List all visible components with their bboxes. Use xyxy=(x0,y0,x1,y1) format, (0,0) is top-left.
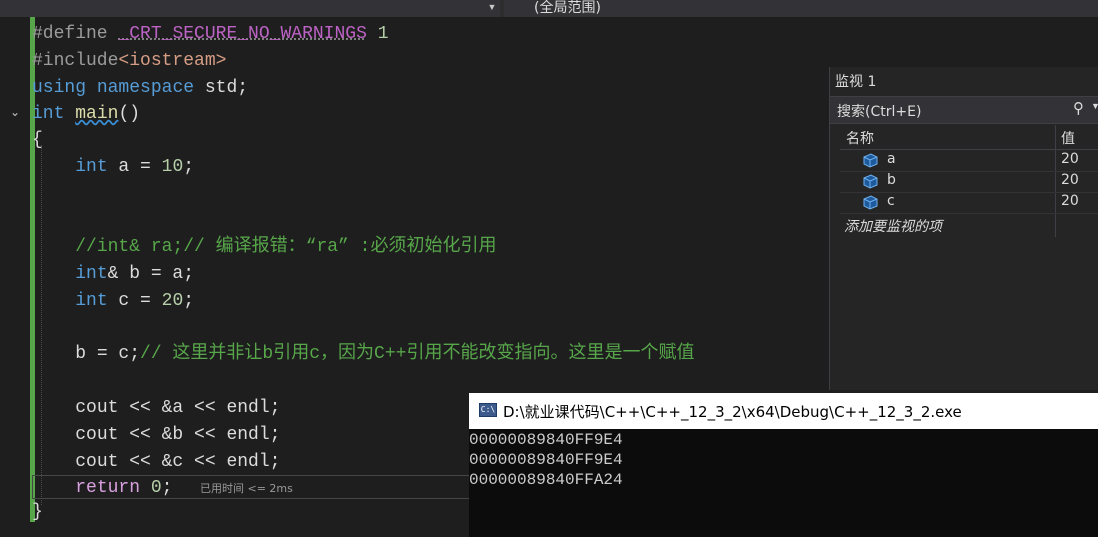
watch-window: 监视 1 搜索(Ctrl+E) ⚲ ▼ 名称 值 a 20 b 20 c 20 … xyxy=(829,67,1098,390)
watch-row-value[interactable]: 20 xyxy=(1061,193,1079,209)
code-line-10: int& b = a; xyxy=(75,264,195,284)
console-line: 00000089840FF9E4 xyxy=(469,451,623,469)
column-header-name[interactable]: 名称 xyxy=(846,128,874,148)
fold-chevron-icon[interactable]: ⌄ xyxy=(10,105,20,119)
console-window: C:\ D:\就业课代码\C++\C++_12_3_2\x64\Debug\C+… xyxy=(469,393,1098,537)
watch-row-name: b xyxy=(887,172,896,188)
perf-tip[interactable]: 已用时间 <= 2ms xyxy=(200,480,293,496)
watch-search-input[interactable]: 搜索(Ctrl+E) xyxy=(837,101,921,121)
code-line-1: #define _CRT_SECURE_NO_WARNINGS 1 xyxy=(32,24,389,44)
scope-label: (全局范围) xyxy=(534,0,601,16)
top-toolbar: ▼ (全局范围) xyxy=(0,0,1098,17)
code-line-5: { xyxy=(32,130,43,150)
console-title: D:\就业课代码\C++\C++_12_3_2\x64\Debug\C++_12… xyxy=(503,403,962,421)
scope-dropdown[interactable]: (全局范围) xyxy=(504,0,1098,17)
variable-icon xyxy=(863,195,878,210)
watch-header-row: 名称 值 xyxy=(840,125,1098,150)
code-line-9: //int& ra;// 编译报错：“ra” :必须初始化引用 xyxy=(75,237,497,257)
watch-row-name: c xyxy=(887,193,895,209)
watch-row-value[interactable]: 20 xyxy=(1061,172,1079,188)
watch-row-name: a xyxy=(887,151,896,167)
code-line-19: } xyxy=(32,502,43,522)
column-header-value[interactable]: 值 xyxy=(1061,128,1075,148)
console-output: 00000089840FF9E4 00000089840FF9E4 00000089… xyxy=(469,430,623,490)
watch-row[interactable]: c 20 xyxy=(840,192,1098,214)
member-dropdown[interactable] xyxy=(0,0,500,17)
code-line-15: cout << &a << endl; xyxy=(75,398,281,418)
variable-icon xyxy=(863,174,878,189)
watch-search-box[interactable]: 搜索(Ctrl+E) ⚲ ▼ xyxy=(830,96,1098,124)
code-line-3: using namespace std; xyxy=(32,78,249,98)
console-titlebar[interactable]: C:\ D:\就业课代码\C++\C++_12_3_2\x64\Debug\C+… xyxy=(469,393,1098,429)
chevron-down-icon[interactable]: ▼ xyxy=(1091,101,1098,111)
code-line-4: int main() xyxy=(32,104,141,124)
code-line-16: cout << &b << endl; xyxy=(75,425,281,445)
console-line: 00000089840FFA24 xyxy=(469,471,623,489)
code-line-6: int a = 10; xyxy=(75,157,195,177)
watch-row-value[interactable]: 20 xyxy=(1061,151,1079,167)
variable-icon xyxy=(863,153,878,168)
search-icon[interactable]: ⚲ xyxy=(1073,99,1084,117)
code-line-17: cout << &c << endl; xyxy=(75,452,281,472)
console-app-icon: C:\ xyxy=(479,403,497,417)
code-line-13: b = c;// 这里并非让b引用c，因为C++引用不能改变指向。这里是一个赋值 xyxy=(75,344,695,364)
add-watch-item[interactable]: 添加要监视的项 xyxy=(844,216,942,236)
code-line-18: return 0; xyxy=(75,478,173,498)
chevron-down-icon[interactable]: ▼ xyxy=(486,0,498,17)
watch-title: 监视 1 xyxy=(835,74,877,90)
console-line: 00000089840FF9E4 xyxy=(469,431,623,449)
watch-row[interactable]: b 20 xyxy=(840,171,1098,193)
code-line-11: int c = 20; xyxy=(75,291,195,311)
watch-row[interactable]: a 20 xyxy=(840,150,1098,172)
code-line-2: #include<iostream> xyxy=(32,51,227,71)
